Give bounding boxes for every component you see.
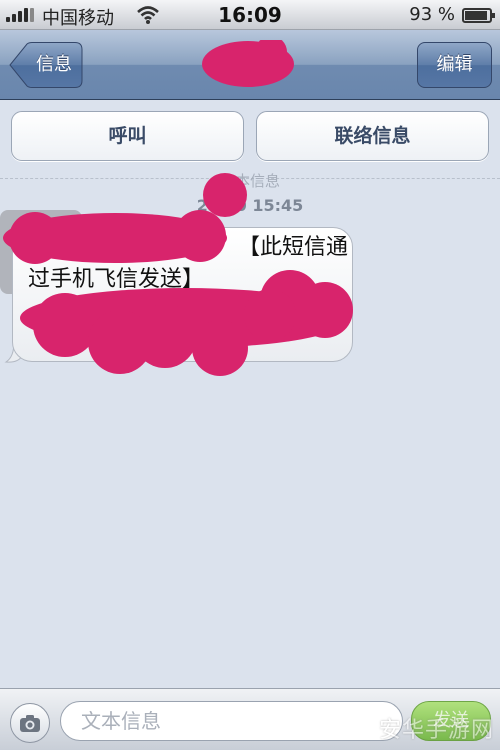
redacted-contact-name — [202, 40, 294, 87]
message-line-1: 【此短信通 — [237, 235, 348, 260]
message-input[interactable] — [60, 701, 403, 741]
contact-actions: 呼叫 联络信息 — [0, 100, 500, 178]
message-type-label: 文本信息 — [219, 172, 280, 190]
camera-button[interactable] — [10, 703, 50, 743]
battery-icon — [462, 8, 495, 23]
edit-button[interactable]: 编辑 — [417, 42, 492, 88]
message-text: 【此短信通 过手机飞信发送】 — [28, 232, 348, 296]
message-line-2: 过手机飞信发送】 — [28, 267, 205, 292]
nav-bar: 信息 编辑 — [0, 30, 500, 100]
back-button-label: 信息 — [36, 54, 72, 75]
status-bar: 中国移动 16:09 93 % — [0, 0, 500, 30]
back-button[interactable]: 信息 — [8, 42, 83, 88]
battery-percent: 93 % — [409, 4, 455, 25]
call-button[interactable]: 呼叫 — [11, 111, 244, 161]
camera-icon — [20, 715, 40, 732]
watermark-text: 安华手游网 — [378, 718, 494, 743]
contact-info-button[interactable]: 联络信息 — [256, 111, 489, 161]
